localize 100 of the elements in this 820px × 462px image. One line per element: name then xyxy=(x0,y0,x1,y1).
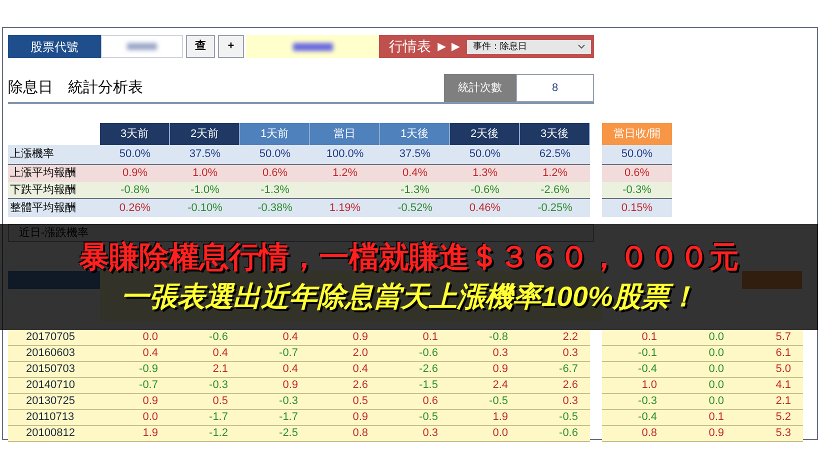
row-label: 上漲機率 xyxy=(9,146,55,162)
table-cell-text: -0.8 xyxy=(488,330,509,345)
row-label: 整體平均報酬 xyxy=(9,200,77,216)
table-cell-text: 0.1 xyxy=(708,410,725,425)
table-cell-text: 4.1 xyxy=(774,378,792,393)
table-cell-text: -1.3% xyxy=(260,182,290,198)
table-cell-text: -1.2 xyxy=(208,426,229,441)
table-cell-text: 0.3 xyxy=(562,394,579,409)
table-cell-text: 1.0 xyxy=(640,378,658,393)
table-cell-text: 0.6 xyxy=(422,394,439,409)
table-cell: -0.3% xyxy=(602,182,672,199)
stock-code-field[interactable] xyxy=(101,35,183,58)
table-cell-text: -0.4 xyxy=(637,410,658,425)
table-cell: 50.0% xyxy=(602,145,672,165)
table-cell-text: 0.9 xyxy=(282,378,299,393)
table-cell-text: 0.4 xyxy=(142,346,159,361)
table-cell-text: 0.4 xyxy=(212,346,229,361)
date-cell-text: 20130725 xyxy=(25,394,76,409)
table-cell-text: 0.46% xyxy=(468,200,502,216)
table-cell-text: 50.0% xyxy=(258,147,292,162)
table-cell-text: 1.2% xyxy=(541,166,569,182)
column-header: 3天前 xyxy=(100,123,170,145)
table-cell-text: 0.4 xyxy=(282,362,299,377)
table-cell-text: 0.6% xyxy=(261,166,289,182)
table-cell-text: -1.7 xyxy=(208,410,229,425)
table-cell-text: -0.6 xyxy=(418,346,439,361)
table-cell-text: 50.0% xyxy=(118,147,152,162)
table-cell-text: -0.7 xyxy=(278,346,299,361)
table-cell-text: -6.7 xyxy=(558,362,579,377)
table-cell-text: 0.5 xyxy=(212,394,229,409)
table-cell-text: 0.0 xyxy=(708,394,725,409)
caret-icon xyxy=(578,44,585,49)
count-label: 統計次數 xyxy=(444,74,516,102)
table-cell-text: -0.3 xyxy=(637,394,658,409)
row-label: 下跌平均報酬 xyxy=(9,182,77,198)
table-cell-text: 37.5% xyxy=(398,147,432,162)
column-header: 2天後 xyxy=(450,123,520,145)
table-cell-text: -0.4 xyxy=(637,362,658,377)
table-cell-text: 0.9 xyxy=(492,362,509,377)
table-cell-text: -0.6 xyxy=(208,330,229,345)
table-cell-text: 0.5 xyxy=(352,394,369,409)
table-cell-text: 2.1 xyxy=(774,394,792,409)
column-header: 3天後 xyxy=(520,123,590,145)
event-select[interactable]: 事件：除息日 xyxy=(467,40,591,54)
table-cell-text: -0.6% xyxy=(470,182,500,198)
table-cell-text: -0.1 xyxy=(637,346,658,361)
table-cell-text: -0.52% xyxy=(396,200,434,216)
table-cell-text: 0.3 xyxy=(492,346,509,361)
table-cell-text: 0.9 xyxy=(352,410,369,425)
table-cell-text: 0.4% xyxy=(401,166,429,182)
table-cell-text: 0.9 xyxy=(352,330,369,345)
table-cell-text: -0.6 xyxy=(558,426,579,441)
table-cell-text: 0.0 xyxy=(708,362,725,377)
table-cell-text: -0.25% xyxy=(536,200,574,216)
table-cell-text: 0.0 xyxy=(708,330,725,345)
table-cell: 0.15% xyxy=(602,199,672,217)
table-cell-text: 5.3 xyxy=(774,426,792,441)
table-cell-text: 0.4 xyxy=(282,330,299,345)
table-cell-text: 0.0 xyxy=(492,426,509,441)
table-cell-text: 2.0 xyxy=(352,346,369,361)
table-cell-text: 100.0% xyxy=(325,147,365,162)
table-cell-text: 0.9 xyxy=(708,426,725,441)
banner-headline: 暴賺除權息行情，一檔就賺進＄３６０，０００元 xyxy=(79,243,739,273)
table-cell-text: -0.9 xyxy=(138,362,159,377)
table-cell-text: 1.9 xyxy=(142,426,159,441)
table-cell-text: 0.0 xyxy=(142,410,159,425)
table-cell-text: 0.26% xyxy=(118,200,152,216)
table-cell-text: -0.3 xyxy=(208,378,229,393)
table-cell-text: 0.9% xyxy=(121,166,149,182)
date-cell-text: 20170705 xyxy=(25,330,76,345)
quote-label: 行情表 ►► xyxy=(379,35,464,58)
table-cell-text: 0.1 xyxy=(640,330,658,345)
table-cell: 0.6% xyxy=(602,165,672,182)
column-header: 當日 xyxy=(310,123,380,145)
add-button[interactable]: + xyxy=(218,35,244,58)
table-cell-text: -0.8% xyxy=(120,182,150,198)
row-label: 上漲平均報酬 xyxy=(9,166,77,182)
table-cell-text: -0.5 xyxy=(418,410,439,425)
table-cell-text: 2.6 xyxy=(352,378,369,393)
table-cell-text: -0.5 xyxy=(558,410,579,425)
table-cell-text: 1.2% xyxy=(331,166,359,182)
table-cell-text: 5.0 xyxy=(774,362,792,377)
table-cell-text: 1.3% xyxy=(471,166,499,182)
table-cell-text: -2.6% xyxy=(540,182,570,198)
table-cell-text: -0.7 xyxy=(138,378,159,393)
table-cell-text: 1.19% xyxy=(328,200,362,216)
table-cell-text: 2.1 xyxy=(212,362,229,377)
table-cell-text: 2.6 xyxy=(562,378,579,393)
date-cell-text: 20140710 xyxy=(25,378,76,393)
table-cell-text: -2.5 xyxy=(278,426,299,441)
table-cell-text: 2.4 xyxy=(492,378,509,393)
table-cell-text: -1.5 xyxy=(418,378,439,393)
column-header: 2天前 xyxy=(170,123,240,145)
date-cell-text: 20160603 xyxy=(25,346,76,361)
event-select-value: 事件：除息日 xyxy=(473,40,527,53)
table-cell-text: -1.3% xyxy=(400,182,430,198)
table-cell-text: 0.8 xyxy=(352,426,369,441)
date-cell-text: 20150703 xyxy=(25,362,76,377)
date-cell-text: 20110713 xyxy=(25,410,76,425)
search-button[interactable]: 查 xyxy=(186,35,215,58)
